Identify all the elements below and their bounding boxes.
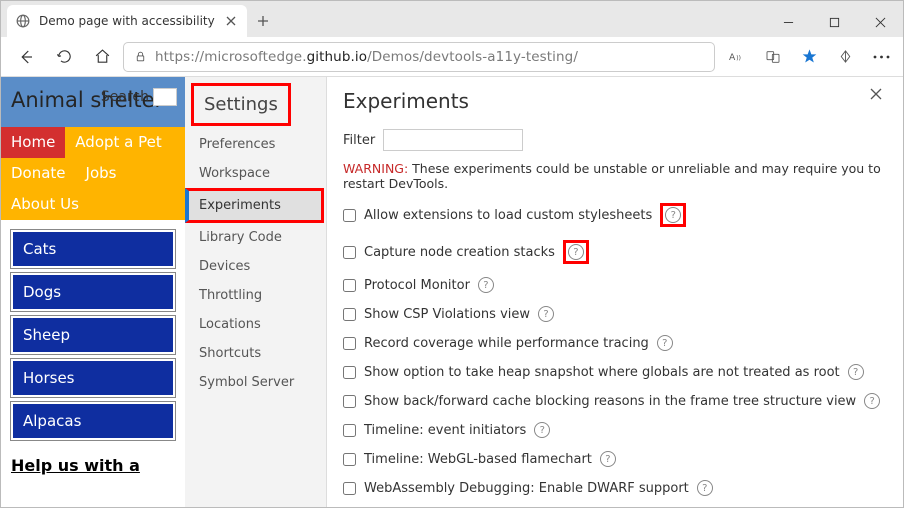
settings-main: Experiments Filter WARNING: These experi… bbox=[327, 77, 903, 507]
help-icon[interactable]: ? bbox=[864, 393, 880, 409]
maximize-button[interactable] bbox=[811, 7, 857, 37]
experiment-label: Show back/forward cache blocking reasons… bbox=[364, 394, 856, 409]
refresh-button[interactable] bbox=[47, 42, 81, 72]
help-icon[interactable]: ? bbox=[848, 364, 864, 380]
experiment-label: Show option to take heap snapshot where … bbox=[364, 365, 840, 380]
favorite-icon[interactable] bbox=[795, 43, 823, 71]
reading-mode-icon[interactable]: A)) bbox=[723, 43, 751, 71]
experiment-row: Record coverage while performance tracin… bbox=[343, 335, 887, 351]
experiment-checkbox[interactable] bbox=[343, 366, 356, 379]
translate-icon[interactable] bbox=[759, 43, 787, 71]
sidebar-item-symbol[interactable]: Symbol Server bbox=[185, 368, 326, 397]
svg-text:A: A bbox=[729, 52, 736, 63]
help-icon[interactable]: ? bbox=[478, 277, 494, 293]
nav-about[interactable]: About Us bbox=[1, 189, 89, 220]
animal-button[interactable]: Alpacas bbox=[11, 402, 175, 440]
experiment-row: Capture node creation stacks ? bbox=[343, 240, 887, 264]
hero-banner: Animal shelter Search bbox=[1, 77, 185, 127]
experiment-checkbox[interactable] bbox=[343, 482, 356, 495]
help-icon[interactable]: ? bbox=[600, 451, 616, 467]
help-icon[interactable]: ? bbox=[697, 480, 713, 496]
address-bar[interactable]: https://microsoftedge.github.io/Demos/de… bbox=[123, 42, 715, 72]
home-button[interactable] bbox=[85, 42, 119, 72]
sidebar-item-shortcuts[interactable]: Shortcuts bbox=[185, 339, 326, 368]
experiment-row: Show back/forward cache blocking reasons… bbox=[343, 393, 887, 409]
experiment-checkbox[interactable] bbox=[343, 395, 356, 408]
animal-button[interactable]: Cats bbox=[11, 230, 175, 268]
nav-home[interactable]: Home bbox=[1, 127, 65, 158]
experiment-label: Protocol Monitor bbox=[364, 278, 470, 293]
tab-favicon bbox=[15, 13, 31, 29]
nav-adopt[interactable]: Adopt a Pet bbox=[65, 127, 171, 158]
experiment-checkbox[interactable] bbox=[343, 308, 356, 321]
experiment-checkbox[interactable] bbox=[343, 424, 356, 437]
tab-close-button[interactable] bbox=[223, 13, 239, 29]
more-icon[interactable] bbox=[867, 43, 895, 71]
close-settings-button[interactable] bbox=[867, 85, 885, 103]
sidebar-item-preferences[interactable]: Preferences bbox=[185, 130, 326, 159]
copilot-icon[interactable] bbox=[831, 43, 859, 71]
page-title: Animal shelter bbox=[11, 87, 175, 113]
warning-text: WARNING: These experiments could be unst… bbox=[343, 161, 887, 191]
titlebar: Demo page with accessibility iss bbox=[1, 1, 903, 37]
experiment-label: Record coverage while performance tracin… bbox=[364, 336, 649, 351]
close-window-button[interactable] bbox=[857, 7, 903, 37]
sidebar-item-workspace[interactable]: Workspace bbox=[185, 159, 326, 188]
help-icon[interactable]: ? bbox=[538, 306, 554, 322]
animal-button[interactable]: Dogs bbox=[11, 273, 175, 311]
nav-donate[interactable]: Donate bbox=[1, 158, 76, 189]
help-icon[interactable]: ? bbox=[568, 244, 584, 260]
svg-text:)): )) bbox=[736, 54, 741, 62]
experiment-checkbox[interactable] bbox=[343, 337, 356, 350]
experiment-row: Show option to take heap snapshot where … bbox=[343, 364, 887, 380]
filter-input[interactable] bbox=[383, 129, 523, 151]
experiments-title: Experiments bbox=[343, 89, 887, 113]
browser-toolbar: https://microsoftedge.github.io/Demos/de… bbox=[1, 37, 903, 77]
experiment-row: Timeline: WebGL-based flamechart ? bbox=[343, 451, 887, 467]
url-text: https://microsoftedge.github.io/Demos/de… bbox=[155, 49, 704, 65]
experiment-label: WebAssembly Debugging: Enable DWARF supp… bbox=[364, 481, 689, 496]
experiment-row: Protocol Monitor ? bbox=[343, 277, 887, 293]
search-input[interactable] bbox=[153, 88, 177, 106]
help-icon[interactable]: ? bbox=[534, 422, 550, 438]
experiment-label: Capture node creation stacks bbox=[364, 245, 555, 260]
help-icon[interactable]: ? bbox=[657, 335, 673, 351]
filter-label: Filter bbox=[343, 133, 375, 148]
experiment-checkbox[interactable] bbox=[343, 279, 356, 292]
lock-icon bbox=[134, 50, 147, 63]
animal-button[interactable]: Sheep bbox=[11, 316, 175, 354]
experiment-row: Timeline: event initiators ? bbox=[343, 422, 887, 438]
nav-jobs[interactable]: Jobs bbox=[76, 158, 127, 189]
experiment-row: Show CSP Violations view ? bbox=[343, 306, 887, 322]
tab-title: Demo page with accessibility iss bbox=[39, 14, 215, 28]
settings-sidebar: Settings Preferences Workspace Experimen… bbox=[185, 77, 327, 507]
search-label: Search bbox=[101, 89, 149, 105]
animal-button[interactable]: Horses bbox=[11, 359, 175, 397]
minimize-button[interactable] bbox=[765, 7, 811, 37]
sidebar-item-devices[interactable]: Devices bbox=[185, 252, 326, 281]
main-nav: Home Adopt a Pet Donate Jobs About Us bbox=[1, 127, 185, 220]
back-button[interactable] bbox=[9, 42, 43, 72]
browser-tab[interactable]: Demo page with accessibility iss bbox=[7, 5, 247, 37]
experiment-label: Timeline: event initiators bbox=[364, 423, 526, 438]
experiment-checkbox[interactable] bbox=[343, 209, 356, 222]
experiment-row: WebAssembly Debugging: Enable DWARF supp… bbox=[343, 480, 887, 496]
experiment-label: Timeline: WebGL-based flamechart bbox=[364, 452, 592, 467]
experiment-row: Allow extensions to load custom styleshe… bbox=[343, 203, 887, 227]
webpage-content: Animal shelter Search Home Adopt a Pet D… bbox=[1, 77, 185, 507]
help-heading: Help us with a bbox=[1, 450, 185, 481]
sidebar-item-locations[interactable]: Locations bbox=[185, 310, 326, 339]
sidebar-item-throttling[interactable]: Throttling bbox=[185, 281, 326, 310]
experiment-label: Allow extensions to load custom styleshe… bbox=[364, 208, 652, 223]
sidebar-item-experiments[interactable]: Experiments bbox=[185, 188, 324, 223]
devtools-panel: Settings Preferences Workspace Experimen… bbox=[185, 77, 903, 507]
help-icon[interactable]: ? bbox=[665, 207, 681, 223]
experiment-label: Show CSP Violations view bbox=[364, 307, 530, 322]
new-tab-button[interactable] bbox=[247, 5, 279, 37]
sidebar-item-library[interactable]: Library Code bbox=[185, 223, 326, 252]
settings-title: Settings bbox=[191, 83, 291, 126]
experiment-checkbox[interactable] bbox=[343, 453, 356, 466]
experiment-checkbox[interactable] bbox=[343, 246, 356, 259]
